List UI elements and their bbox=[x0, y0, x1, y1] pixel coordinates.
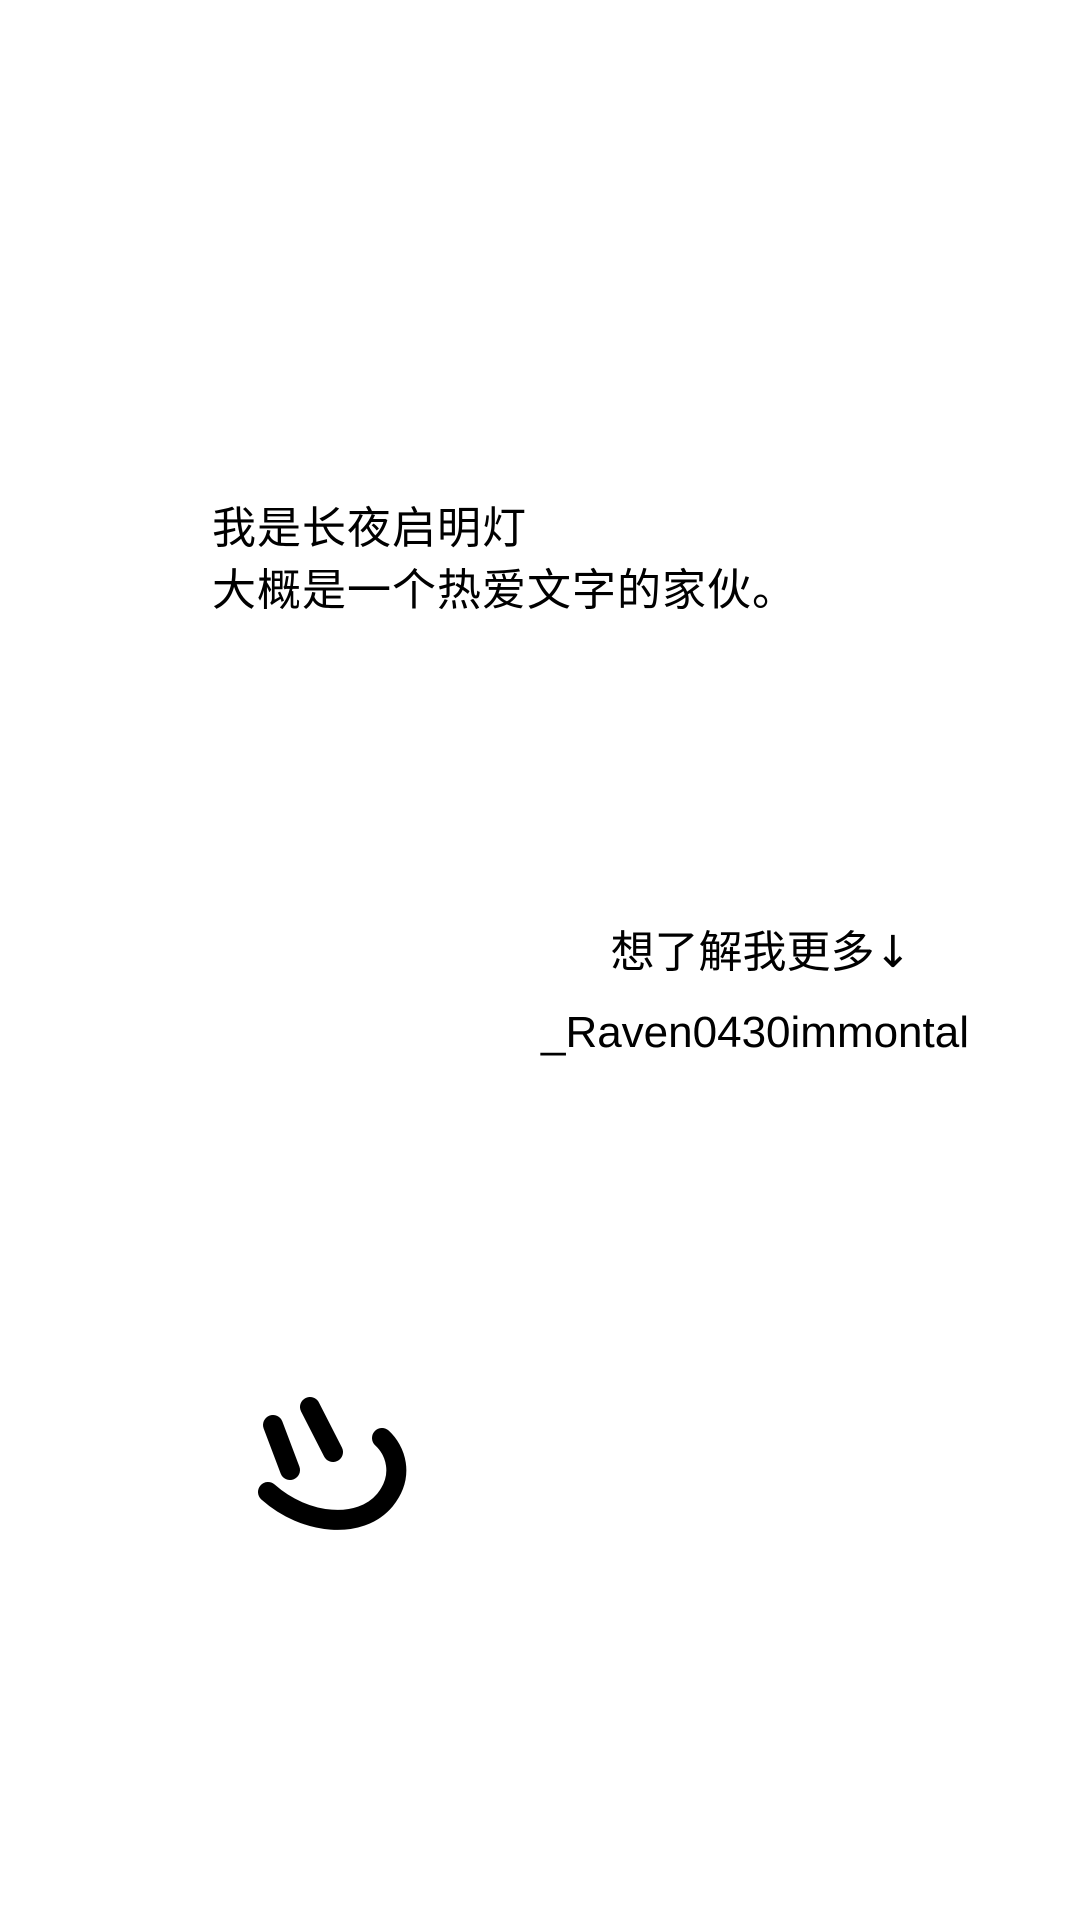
intro-line-2: 大概是一个热爱文字的家伙。 bbox=[212, 565, 797, 616]
more-prompt: 想了解我更多↓ bbox=[610, 927, 912, 978]
intro-line-1: 我是长夜启明灯 bbox=[212, 503, 527, 554]
more-info-block: 想了解我更多↓ _Raven0430immontal bbox=[540, 916, 970, 1058]
smile-doodle-icon bbox=[258, 1397, 407, 1530]
social-handle: _Raven0430immontal bbox=[540, 1008, 970, 1057]
intro-text: 我是长夜启明灯 大概是一个热爱文字的家伙。 bbox=[212, 498, 797, 622]
